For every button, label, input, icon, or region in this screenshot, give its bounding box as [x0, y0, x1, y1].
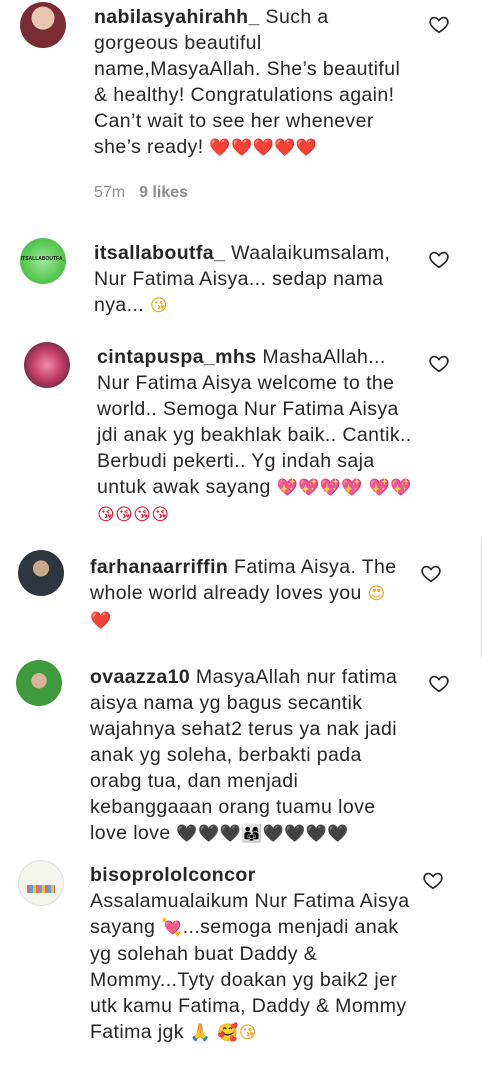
- like-heart-icon[interactable]: [422, 869, 444, 891]
- comment-body: MasyaAllah nur fatima aisya nama yg bagu…: [90, 666, 398, 844]
- username[interactable]: itsallaboutfa_: [94, 242, 225, 264]
- comment-text: ovaazza10 MasyaAllah nur fatima aisya na…: [90, 664, 412, 847]
- username[interactable]: ovaazza10: [90, 666, 190, 688]
- avatar[interactable]: [24, 342, 70, 388]
- avatar-image: [27, 885, 55, 893]
- avatar[interactable]: [16, 660, 62, 706]
- username[interactable]: nabilasyahirahh_: [94, 6, 260, 28]
- heart-emoji: ❤️: [90, 611, 112, 631]
- avatar[interactable]: [18, 550, 64, 596]
- like-heart-icon[interactable]: [428, 13, 450, 35]
- comment-text: itsallaboutfa_ Waalaikumsalam, Nur Fatim…: [94, 240, 416, 319]
- avatar-logo-text: ITSALLABOUTFA_: [20, 256, 66, 262]
- comment-text: cintapuspa_mhs MashaAllah... Nur Fatima …: [97, 344, 419, 528]
- pray-emoji: 🙏: [189, 1023, 212, 1043]
- username[interactable]: farhanaarriffin: [90, 556, 228, 578]
- like-heart-icon[interactable]: [420, 562, 442, 584]
- black-heart-emojis: 🖤🖤🖤👨‍👩‍👧🖤🖤🖤🖤: [176, 824, 349, 844]
- avatar[interactable]: ITSALLABOUTFA_: [20, 238, 66, 284]
- comment-text: farhanaarriffin Fatima Aisya. The whole …: [90, 554, 410, 634]
- likes-count[interactable]: 9 likes: [139, 184, 188, 201]
- avatar[interactable]: [20, 2, 66, 48]
- username[interactable]: bisoprololconcor: [90, 864, 256, 886]
- timestamp: 57m: [94, 184, 126, 201]
- like-heart-icon[interactable]: [428, 672, 450, 694]
- heart-arrow-emoji: 💘: [161, 918, 183, 938]
- comment-body: Such a gorgeous beautiful name,MasyaAlla…: [94, 6, 401, 158]
- username[interactable]: cintapuspa_mhs: [97, 346, 256, 368]
- heart-emojis: 💖💖💖💖: [276, 478, 363, 498]
- comment-text: bisoprololconcor Assalamualaikum Nur Fat…: [90, 862, 410, 1046]
- smiling-emojis: 🥰😘: [217, 1023, 257, 1043]
- comment-body: MashaAllah... Nur Fatima Aisya welcome t…: [97, 346, 412, 498]
- comment-text: nabilasyahirahh_ Such a gorgeous beautif…: [94, 4, 416, 161]
- heart-eyes-emoji: 😍: [367, 584, 386, 604]
- kiss-emoji: 😘: [149, 296, 169, 316]
- comment-meta: 57m 9 likes: [94, 184, 188, 202]
- avatar[interactable]: [18, 860, 64, 906]
- like-heart-icon[interactable]: [428, 352, 450, 374]
- heart-emojis: ❤️❤️❤️❤️❤️: [209, 138, 318, 158]
- like-heart-icon[interactable]: [428, 248, 450, 270]
